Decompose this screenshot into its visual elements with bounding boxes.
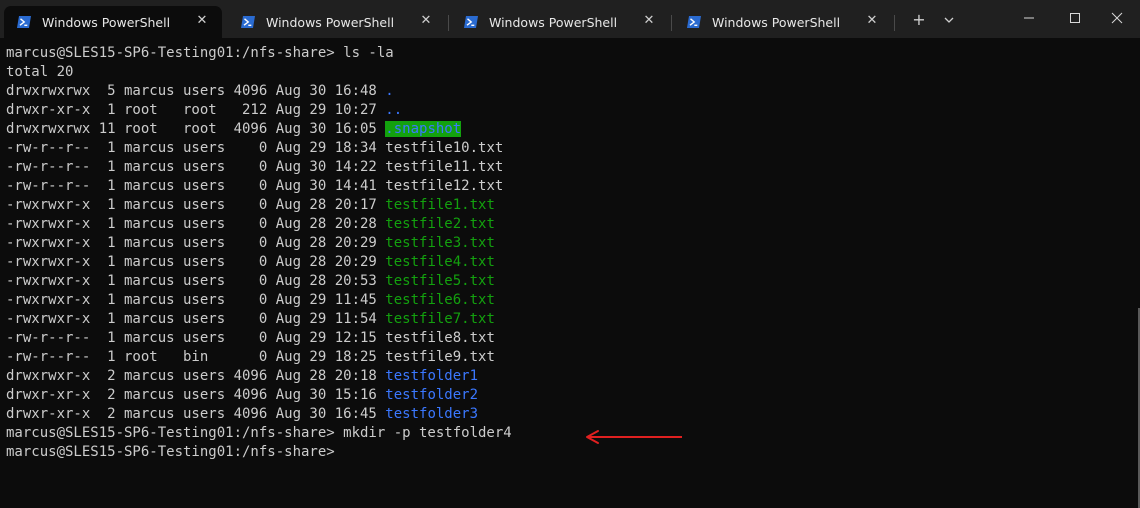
tab-label: Windows PowerShell [489, 14, 618, 30]
terminal-line-text: drwxr-xr-x 2 marcus users 4096 Aug 30 16… [6, 406, 386, 422]
file-name: testfile5.txt [385, 273, 495, 289]
powershell-icon [687, 16, 701, 28]
file-name: testfile6.txt [385, 292, 495, 308]
tab-windows-powershell-3[interactable]: Windows PowerShell ✕ [451, 6, 672, 38]
terminal-line-text: -rw-r--r-- 1 marcus users 0 Aug 30 14:41 [6, 178, 386, 194]
terminal-line: drwxrwxrwx 5 marcus users 4096 Aug 30 16… [6, 82, 1132, 101]
tab-windows-powershell-4[interactable]: Windows PowerShell ✕ [674, 6, 895, 38]
terminal-line: total 20 [6, 63, 1132, 82]
terminal-line-text: marcus@SLES15-SP6-Testing01:/nfs-share> … [6, 425, 512, 441]
file-name: testfile1.txt [385, 197, 495, 213]
maximize-icon [1070, 13, 1080, 23]
terminal-window: Windows PowerShell ✕ Windows PowerShell … [0, 0, 1140, 508]
terminal-line-text: marcus@SLES15-SP6-Testing01:/nfs-share> … [6, 45, 394, 61]
tab-label: Windows PowerShell [42, 14, 171, 30]
file-name: testfolder3 [385, 406, 479, 422]
terminal-line: drwxr-xr-x 2 marcus users 4096 Aug 30 15… [6, 386, 1132, 405]
terminal-line-text: -rw-r--r-- 1 marcus users 0 Aug 29 12:15 [6, 330, 386, 346]
tab-label: Windows PowerShell [712, 14, 841, 30]
terminal-line: -rwxrwxr-x 1 marcus users 0 Aug 28 20:53… [6, 272, 1132, 291]
new-tab-icon[interactable]: + [909, 10, 929, 30]
terminal-line-text: -rw-r--r-- 1 marcus users 0 Aug 29 18:34 [6, 140, 386, 156]
file-name: testfile7.txt [385, 311, 495, 327]
file-name: testfile10.txt [385, 140, 504, 156]
terminal-line-text: -rw-r--r-- 1 marcus users 0 Aug 30 14:22 [6, 159, 386, 175]
tab-close-icon[interactable]: ✕ [194, 13, 210, 29]
tab-windows-powershell-2[interactable]: Windows PowerShell ✕ [228, 6, 449, 38]
terminal-line: -rw-r--r-- 1 marcus users 0 Aug 30 14:22… [6, 158, 1132, 177]
file-name: . [385, 83, 394, 99]
powershell-icon [464, 16, 478, 28]
file-name: testfile3.txt [385, 235, 495, 251]
file-name: testfile4.txt [385, 254, 495, 270]
file-name: testfolder2 [385, 387, 479, 403]
file-name: testfile9.txt [385, 349, 495, 365]
terminal-line: -rw-r--r-- 1 root bin 0 Aug 29 18:25 tes… [6, 348, 1132, 367]
minimize-button[interactable] [1006, 0, 1052, 36]
terminal-line: drwxrwxrwx 11 root root 4096 Aug 30 16:0… [6, 120, 1132, 139]
file-name: testfile2.txt [385, 216, 495, 232]
terminal-line: -rw-r--r-- 1 marcus users 0 Aug 29 18:34… [6, 139, 1132, 158]
terminal-line: -rwxrwxr-x 1 marcus users 0 Aug 28 20:29… [6, 253, 1132, 272]
tab-separator [894, 15, 895, 31]
tab-windows-powershell-1[interactable]: Windows PowerShell ✕ [4, 6, 222, 38]
tab-separator [448, 15, 449, 31]
terminal-line: -rwxrwxr-x 1 marcus users 0 Aug 29 11:45… [6, 291, 1132, 310]
terminal-line-text: -rwxrwxr-x 1 marcus users 0 Aug 29 11:54 [6, 311, 386, 327]
terminal-line: -rwxrwxr-x 1 marcus users 0 Aug 28 20:28… [6, 215, 1132, 234]
powershell-icon [17, 16, 31, 28]
chevron-down-icon[interactable] [939, 10, 959, 30]
powershell-icon [241, 16, 255, 28]
terminal-line: drwxr-xr-x 1 root root 212 Aug 29 10:27 … [6, 101, 1132, 120]
tab-strip: Windows PowerShell ✕ Windows PowerShell … [0, 0, 1140, 38]
tab-close-icon[interactable]: ✕ [418, 13, 434, 29]
terminal-line: marcus@SLES15-SP6-Testing01:/nfs-share> … [6, 44, 1132, 63]
file-name: testfile12.txt [385, 178, 504, 194]
terminal-line-text: drwxrwxr-x 2 marcus users 4096 Aug 28 20… [6, 368, 386, 384]
terminal-line: drwxrwxr-x 2 marcus users 4096 Aug 28 20… [6, 367, 1132, 386]
file-name: .. [385, 102, 403, 118]
terminal-line-text: drwxrwxrwx 11 root root 4096 Aug 30 16:0… [6, 121, 386, 137]
terminal-line: marcus@SLES15-SP6-Testing01:/nfs-share> [6, 443, 1132, 462]
terminal-line-text: total 20 [6, 64, 74, 80]
file-name: .snapshot [385, 121, 462, 137]
terminal-line-text: -rwxrwxr-x 1 marcus users 0 Aug 28 20:28 [6, 216, 386, 232]
terminal-line: -rw-r--r-- 1 marcus users 0 Aug 30 14:41… [6, 177, 1132, 196]
terminal-line: -rwxrwxr-x 1 marcus users 0 Aug 28 20:17… [6, 196, 1132, 215]
terminal-line-text: -rwxrwxr-x 1 marcus users 0 Aug 28 20:17 [6, 197, 386, 213]
minimize-icon [1024, 17, 1034, 19]
terminal-line-text: -rwxrwxr-x 1 marcus users 0 Aug 28 20:29 [6, 235, 386, 251]
close-icon [1111, 12, 1123, 24]
terminal-line: -rwxrwxr-x 1 marcus users 0 Aug 29 11:54… [6, 310, 1132, 329]
file-name: testfile11.txt [385, 159, 504, 175]
terminal-line-text: -rw-r--r-- 1 root bin 0 Aug 29 18:25 [6, 349, 386, 365]
terminal-line-text: marcus@SLES15-SP6-Testing01:/nfs-share> [6, 444, 344, 460]
terminal-line: -rw-r--r-- 1 marcus users 0 Aug 29 12:15… [6, 329, 1132, 348]
close-window-button[interactable] [1094, 0, 1140, 36]
tab-label: Windows PowerShell [266, 14, 395, 30]
terminal-output[interactable]: marcus@SLES15-SP6-Testing01:/nfs-share> … [6, 44, 1132, 504]
maximize-button[interactable] [1052, 0, 1098, 36]
tab-close-icon[interactable]: ✕ [641, 13, 657, 29]
tab-separator [671, 15, 672, 31]
tab-close-icon[interactable]: ✕ [864, 13, 880, 29]
terminal-line-text: -rwxrwxr-x 1 marcus users 0 Aug 28 20:29 [6, 254, 386, 270]
terminal-line-text: -rwxrwxr-x 1 marcus users 0 Aug 28 20:53 [6, 273, 386, 289]
file-name: testfile8.txt [385, 330, 495, 346]
terminal-line-text: drwxr-xr-x 2 marcus users 4096 Aug 30 15… [6, 387, 386, 403]
terminal-line-text: drwxr-xr-x 1 root root 212 Aug 29 10:27 [6, 102, 386, 118]
terminal-line: -rwxrwxr-x 1 marcus users 0 Aug 28 20:29… [6, 234, 1132, 253]
terminal-line-text: drwxrwxrwx 5 marcus users 4096 Aug 30 16… [6, 83, 386, 99]
terminal-line: marcus@SLES15-SP6-Testing01:/nfs-share> … [6, 424, 1132, 443]
file-name: testfolder1 [385, 368, 479, 384]
terminal-line: drwxr-xr-x 2 marcus users 4096 Aug 30 16… [6, 405, 1132, 424]
terminal-line-text: -rwxrwxr-x 1 marcus users 0 Aug 29 11:45 [6, 292, 386, 308]
annotation-arrow-icon [586, 430, 682, 444]
